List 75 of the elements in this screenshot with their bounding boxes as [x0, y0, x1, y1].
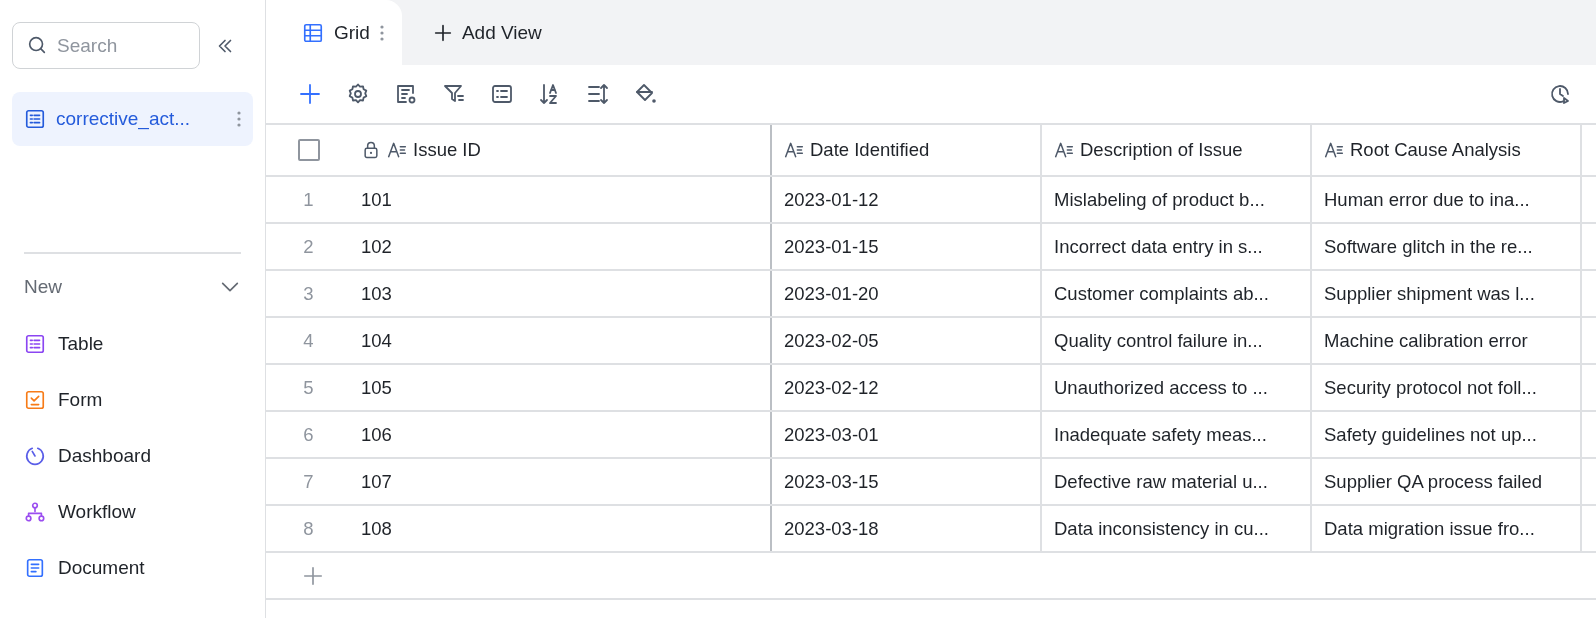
text-field-icon	[784, 140, 804, 160]
settings-icon[interactable]	[346, 82, 370, 106]
grid-icon	[302, 21, 324, 44]
table-cell: 104	[351, 318, 772, 363]
column-header[interactable]: Date Identified	[772, 125, 1042, 175]
table-cell: 2023-02-05	[772, 318, 1042, 363]
paint-bucket-icon[interactable]	[634, 82, 658, 106]
row-number: 1	[302, 187, 315, 212]
document-icon	[24, 557, 46, 579]
new-item[interactable]: Workflow	[12, 484, 253, 540]
table-cell: Incorrect data entry in s...	[1042, 224, 1312, 269]
search-field[interactable]: Search	[12, 22, 200, 69]
table-cell: 2023-02-12	[772, 365, 1042, 410]
view-tab[interactable]: Grid	[266, 0, 402, 65]
new-item[interactable]: Form	[12, 372, 253, 428]
table-cell: Machine calibration error	[1312, 318, 1582, 363]
table-cell: Inadequate safety meas...	[1042, 412, 1312, 457]
text-field-icon	[1054, 140, 1074, 160]
table-cell: Data migration issue fro...	[1312, 506, 1582, 551]
text-field-icon	[387, 140, 407, 160]
table-cell: Customer complaints ab...	[1042, 271, 1312, 316]
table-cell: 107	[351, 459, 772, 504]
add-icon[interactable]	[298, 82, 322, 106]
table-cell: Safety guidelines not up...	[1312, 412, 1582, 457]
data-table-link[interactable]: corrective_act...	[12, 92, 253, 146]
table-cell: 2023-03-01	[772, 412, 1042, 457]
new-item[interactable]: Table	[12, 316, 253, 372]
table-icon	[24, 108, 46, 130]
table-cell: Supplier shipment was l...	[1312, 271, 1582, 316]
column-header[interactable]: Root Cause Analysis	[1312, 125, 1582, 175]
table-cell: Data inconsistency in cu...	[1042, 506, 1312, 551]
table-cell: 108	[351, 506, 772, 551]
table-cell: Security protocol not foll...	[1312, 365, 1582, 410]
table-cell: 105	[351, 365, 772, 410]
row-number: 7	[302, 469, 315, 494]
table-cell: Software glitch in the re...	[1312, 224, 1582, 269]
new-item[interactable]: Document	[12, 540, 253, 596]
row-height-icon[interactable]	[586, 82, 610, 106]
table-cell: Defective raw material u...	[1042, 459, 1312, 504]
row-number: 4	[302, 328, 315, 353]
row-number: 3	[302, 281, 315, 306]
workflow-icon	[24, 501, 46, 523]
select-all-checkbox[interactable]	[297, 139, 320, 161]
table-cell: 102	[351, 224, 772, 269]
table-cell: Quality control failure in...	[1042, 318, 1312, 363]
table-cell: Unauthorized access to ...	[1042, 365, 1312, 410]
table-cell: Human error due to ina...	[1312, 177, 1582, 222]
column-header[interactable]: Description of Issue	[1042, 125, 1312, 175]
form-settings-icon[interactable]	[394, 82, 418, 106]
table-cell: Supplier QA process failed	[1312, 459, 1582, 504]
column-header[interactable]: Issue ID	[351, 125, 772, 175]
more-icon[interactable]	[379, 24, 384, 41]
dial-icon	[24, 445, 46, 467]
row-number: 8	[302, 516, 315, 541]
table-cell: 2023-01-15	[772, 224, 1042, 269]
table-cell: 2023-03-18	[772, 506, 1042, 551]
list-icon[interactable]	[490, 82, 514, 106]
history-icon[interactable]	[1548, 82, 1572, 106]
row-number: 2	[302, 234, 315, 259]
table-cell: 2023-03-15	[772, 459, 1042, 504]
section-label: New	[24, 276, 62, 298]
row-number: 6	[302, 422, 315, 447]
table-cell: 106	[351, 412, 772, 457]
form-icon	[24, 389, 46, 411]
table-cell: 103	[351, 271, 772, 316]
more-icon[interactable]	[237, 111, 241, 127]
text-field-icon	[1324, 140, 1344, 160]
table-cell: 101	[351, 177, 772, 222]
table-cell: 2023-01-20	[772, 271, 1042, 316]
table-cell: Mislabeling of product b...	[1042, 177, 1312, 222]
add-view-button[interactable]: Add View	[401, 0, 572, 65]
table-cell: 2023-01-12	[772, 177, 1042, 222]
table-icon	[24, 333, 46, 355]
new-item[interactable]: Dashboard	[12, 428, 253, 484]
row-number: 5	[302, 375, 315, 400]
